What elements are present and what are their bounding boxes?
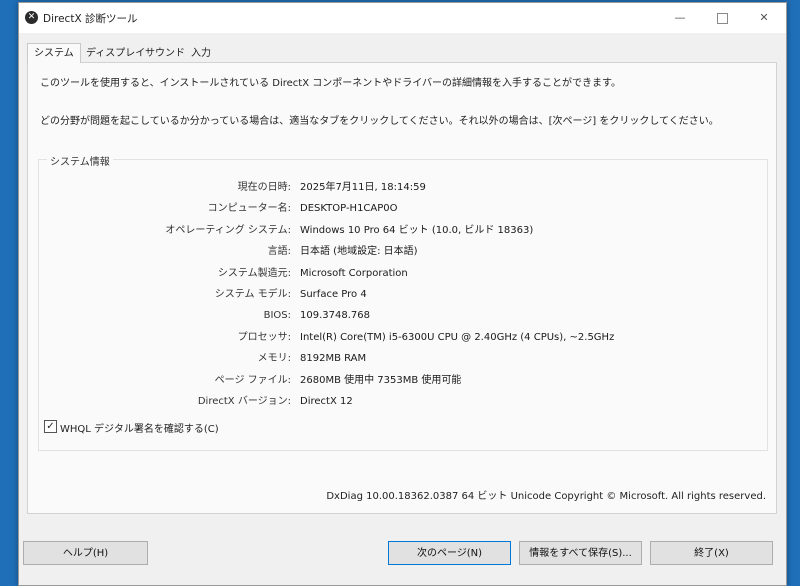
system-info-label: DirectX バージョン: [197, 396, 291, 407]
system-info-value: Surface Pro 4 [300, 289, 367, 300]
intro-text-2: どの分野が問題を起こしているか分かっている場合は、適当なタブをクリックしてくださ… [40, 116, 719, 127]
system-info-row: プロセッサ: Intel(R) Core(TM) i5-6300U CPU @ 2… [39, 330, 767, 346]
next-page-button[interactable]: 次のページ(N) [388, 541, 511, 565]
whql-check-mark[interactable]: ✓ [44, 420, 57, 433]
save-all-info-button[interactable]: 情報をすべて保存(S)... [519, 541, 642, 565]
system-info-label: メモリ: [257, 353, 291, 365]
system-info-value: 2680MB 使用中 7353MB 使用可能 [300, 374, 462, 386]
system-info-label: 言語: [267, 246, 291, 258]
system-info-row: メモリ: 8192MB RAM [39, 351, 767, 367]
system-info-value: Windows 10 Pro 64 ビット (10.0, ビルド 18363) [300, 224, 534, 236]
tab-system[interactable]: システム [27, 43, 81, 63]
system-info-value: 2025年7月11日, 18:14:59 [300, 182, 426, 193]
system-info-value: 109.3748.768 [300, 310, 370, 322]
system-info-row: 現在の日時: 2025年7月11日, 18:14:59 [39, 180, 767, 196]
system-info-row: オペレーティング システム: Windows 10 Pro 64 ビット (10.… [39, 223, 767, 239]
system-info-row: コンピューター名: DESKTOP-H1CAP0O [39, 201, 767, 217]
system-info-value: 日本語 (地域設定: 日本語) [300, 246, 418, 258]
tab-input[interactable]: 入力 [185, 45, 217, 62]
system-info-value: Intel(R) Core(TM) i5-6300U CPU @ 2.40GHz… [300, 331, 615, 343]
system-tab-panel: このツールを使用すると、インストールされている DirectX コンポーネントや… [27, 62, 777, 514]
whql-checkbox[interactable]: ✓ WHQL デジタル署名を確認する(C) [44, 420, 219, 435]
dxdiag-version-info: DxDiag 10.00.18362.0387 64 ビット Unicode C… [326, 491, 766, 502]
close-button[interactable]: ✕ [744, 3, 784, 33]
system-info-row: 言語: 日本語 (地域設定: 日本語) [39, 244, 767, 260]
system-info-row: ページ ファイル: 2680MB 使用中 7353MB 使用可能 [39, 373, 767, 389]
system-info-row: DirectX バージョン: DirectX 12 [39, 394, 767, 410]
minimize-button[interactable]: — [660, 3, 700, 33]
system-info-label: コンピューター名: [207, 203, 291, 215]
system-info-label: 現在の日時: [237, 182, 291, 193]
system-info-title: システム情報 [47, 153, 113, 168]
exit-button[interactable]: 終了(X) [650, 541, 773, 565]
intro-text-1: このツールを使用すると、インストールされている DirectX コンポーネントや… [40, 78, 622, 89]
system-info-label: BIOS: [263, 310, 291, 322]
system-info-label: システム モデル: [214, 289, 291, 300]
system-info-group: システム情報 現在の日時: 2025年7月11日, 18:14:59 コンピューター… [38, 153, 768, 451]
system-info-label: プロセッサ: [237, 331, 291, 343]
title-bar: ✕ DirectX 診断ツール — ✕ [19, 3, 786, 33]
directx-icon: ✕ [25, 11, 38, 24]
system-info-value: DirectX 12 [300, 396, 353, 407]
help-button[interactable]: ヘルプ(H) [23, 541, 148, 565]
tab-sound[interactable]: サウンド [139, 45, 191, 62]
system-info-label: システム製造元: [217, 267, 291, 279]
system-info-row: システム製造元: Microsoft Corporation [39, 266, 767, 282]
directx-diagnostic-window: ✕ DirectX 診断ツール — ✕ システム ディスプレイ サウンド 入力 … [18, 2, 787, 586]
window-title: DirectX 診断ツール [43, 13, 138, 25]
system-info-row: システム モデル: Surface Pro 4 [39, 287, 767, 303]
maximize-icon [716, 12, 728, 24]
system-info-label: オペレーティング システム: [165, 224, 291, 236]
system-info-value: DESKTOP-H1CAP0O [300, 203, 398, 215]
maximize-button[interactable] [702, 3, 742, 33]
system-info-value: Microsoft Corporation [300, 267, 408, 279]
system-info-value: 8192MB RAM [300, 353, 367, 365]
whql-checkbox-label: WHQL デジタル署名を確認する(C) [60, 424, 219, 435]
system-info-label: ページ ファイル: [214, 374, 291, 386]
system-info-row: BIOS: 109.3748.768 [39, 308, 767, 324]
